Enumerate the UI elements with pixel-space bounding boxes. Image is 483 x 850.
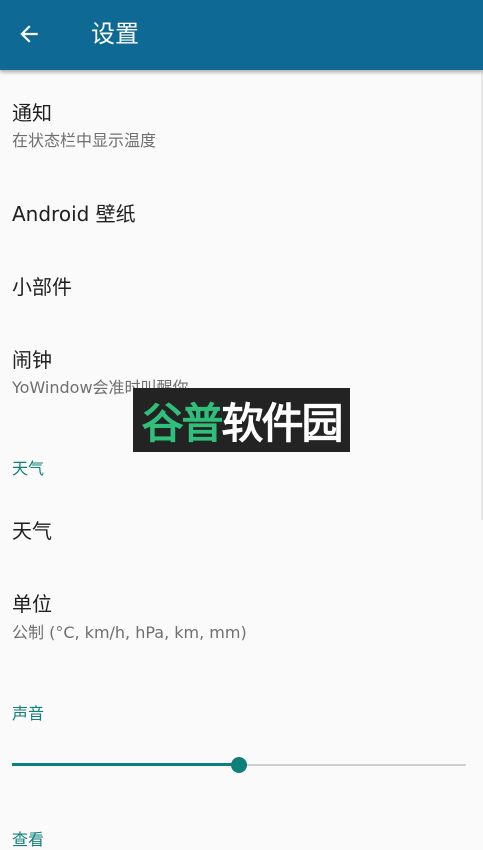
page-title: 设置 xyxy=(91,20,139,48)
pref-notifications-title: 通知 xyxy=(12,101,52,125)
back-button[interactable] xyxy=(4,9,54,59)
pref-notifications-summary: 在状态栏中显示温度 xyxy=(12,131,157,150)
pref-android-wallpaper[interactable]: Android 壁纸 xyxy=(0,172,483,246)
settings-list: 通知 在状态栏中显示温度 Android 壁纸 小部件 闹钟 YoWindow会… xyxy=(0,70,483,849)
watermark-part2: 软件园 xyxy=(221,398,344,448)
pref-units[interactable]: 单位 公制 (°C, km/h, hPa, km, mm) xyxy=(0,564,483,650)
watermark-logo: 谷普 软件园 xyxy=(133,388,350,452)
pref-android-wallpaper-title: Android 壁纸 xyxy=(12,202,136,226)
pref-weather-title: 天气 xyxy=(12,519,52,543)
volume-slider[interactable] xyxy=(12,754,466,776)
pref-alarm-title: 闹钟 xyxy=(12,348,52,372)
category-weather-header: 天气 xyxy=(12,459,45,478)
category-sound-header: 声音 xyxy=(12,704,45,723)
volume-slider-fill xyxy=(12,763,239,766)
app-bar: 设置 xyxy=(0,0,483,70)
watermark-part1: 谷普 xyxy=(141,398,223,448)
pref-notifications[interactable]: 通知 在状态栏中显示温度 xyxy=(0,70,483,150)
arrow-back-icon xyxy=(20,25,38,43)
category-view-header: 查看 xyxy=(12,830,45,849)
pref-units-summary: 公制 (°C, km/h, hPa, km, mm) xyxy=(12,623,247,642)
pref-units-title: 单位 xyxy=(12,592,52,616)
pref-widgets-title: 小部件 xyxy=(12,275,72,299)
volume-slider-thumb[interactable] xyxy=(231,757,247,773)
pref-widgets[interactable]: 小部件 xyxy=(0,246,483,320)
pref-weather[interactable]: 天气 xyxy=(0,490,483,564)
